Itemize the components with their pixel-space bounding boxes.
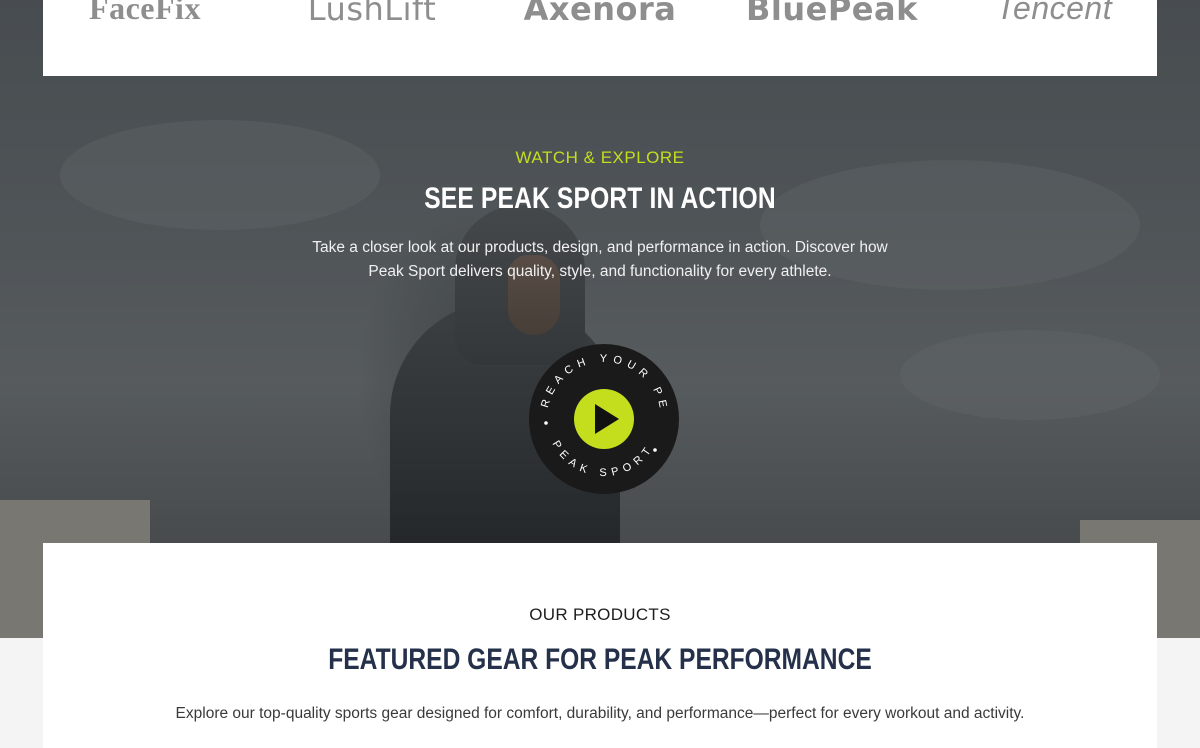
partner-logo-bluepeak: BluePeak	[746, 0, 918, 28]
products-description: Explore our top-quality sports gear desi…	[175, 705, 1025, 722]
partner-logo-lushlift: LushLift	[307, 0, 437, 28]
video-section: WATCH & EXPLORE SEE PEAK SPORT IN ACTION…	[0, 140, 1200, 284]
video-section-title: SEE PEAK SPORT IN ACTION	[424, 182, 776, 215]
partner-logo-facefix: FaceFix	[89, 0, 201, 26]
partner-logo-axenora: Axenora	[523, 0, 677, 28]
partner-logo-strip: FaceFix LushLift Axenora BluePeak Tencen…	[43, 0, 1157, 76]
play-badge: REACH YOUR PEAK PEAK SPORT	[529, 344, 679, 494]
partner-logo-tencent: Tencent	[995, 0, 1113, 26]
play-video-button[interactable]: REACH YOUR PEAK PEAK SPORT	[529, 344, 679, 494]
products-title: FEATURED GEAR FOR PEAK PERFORMANCE	[328, 643, 872, 676]
badge-dot-left	[544, 421, 548, 425]
products-eyebrow: OUR PRODUCTS	[529, 605, 671, 624]
badge-dot-right	[653, 448, 657, 452]
video-section-description: Take a closer look at our products, desi…	[312, 239, 888, 280]
video-section-eyebrow: WATCH & EXPLORE	[515, 148, 685, 167]
products-section: OUR PRODUCTS FEATURED GEAR FOR PEAK PERF…	[43, 543, 1157, 748]
